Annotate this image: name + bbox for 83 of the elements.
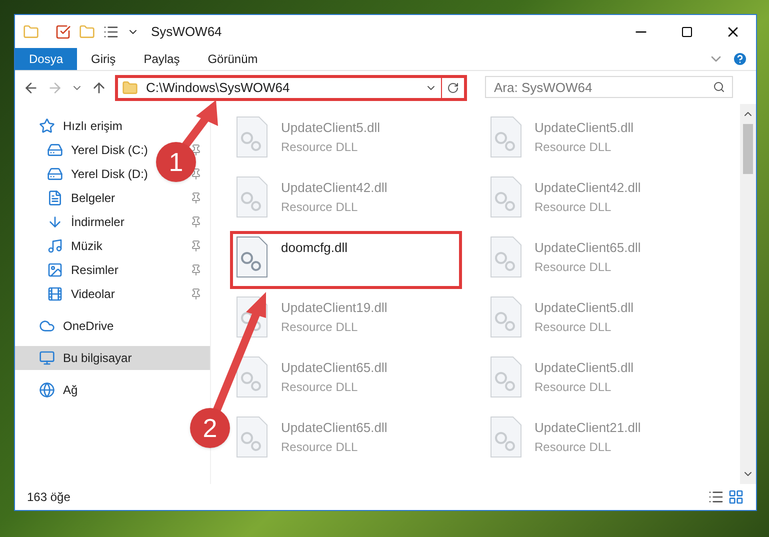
file-gears-icon (235, 416, 269, 458)
file-type: Resource DLL (534, 198, 612, 216)
file-gears-icon (235, 176, 269, 218)
ribbon-tab[interactable]: Giriş (77, 48, 130, 70)
file-type: Resource DLL (534, 378, 612, 396)
checkbox-icon[interactable] (55, 24, 71, 40)
file-name: UpdateClient5.dll (534, 299, 634, 317)
file-name: UpdateClient5.dll (534, 359, 634, 377)
search-icon (713, 80, 725, 92)
scroll-thumb[interactable] (743, 124, 753, 174)
file-name: UpdateClient5.dll (534, 119, 634, 137)
window-title: SysWOW64 (151, 22, 222, 41)
file-name: UpdateClient42.dll (534, 179, 641, 197)
file-name: UpdateClient65.dll (281, 419, 388, 437)
file-gears-icon (235, 356, 269, 398)
pin-icon[interactable] (190, 144, 202, 156)
file-type: Resource DLL (534, 258, 612, 276)
file-gears-icon (235, 236, 269, 278)
drive-icon (47, 166, 63, 182)
monitor-icon (39, 350, 55, 366)
file-name: doomcfg.dll (281, 239, 348, 257)
file-gears-icon (235, 116, 269, 158)
sidebar-item[interactable]: Bu bilgisayar (15, 346, 210, 370)
maximize-icon[interactable] (681, 26, 693, 38)
sidebar-item[interactable]: Ağ (15, 378, 210, 402)
sidebar-item[interactable]: Hızlı erişim (15, 114, 210, 138)
item-count: 163 öğe (27, 489, 72, 506)
file-gears-icon (488, 116, 522, 158)
pin-icon[interactable] (190, 216, 202, 228)
pin-icon[interactable] (190, 240, 202, 252)
sidebar-item[interactable]: İndirmeler (15, 210, 210, 234)
sidebar-item[interactable]: OneDrive (15, 314, 210, 338)
sidebar-item[interactable]: Belgeler (15, 186, 210, 210)
pin-icon[interactable] (190, 264, 202, 276)
back-icon[interactable] (23, 80, 39, 96)
file-type: Resource DLL (281, 138, 359, 156)
properties-icon[interactable] (103, 24, 119, 40)
file-tile[interactable]: doomcfg.dll (233, 234, 459, 286)
address-field[interactable]: C:\Windows\SysWOW64 (115, 74, 467, 100)
file-name: UpdateClient65.dll (281, 359, 388, 377)
pin-icon[interactable] (190, 288, 202, 300)
refresh-icon[interactable] (447, 82, 459, 94)
large-icons-view-icon[interactable] (728, 489, 744, 505)
cloud-icon (39, 318, 55, 334)
scrollbar[interactable] (740, 104, 756, 484)
file-type: Resource DLL (281, 378, 359, 396)
file-type: Resource DLL (281, 198, 359, 216)
up-icon[interactable] (91, 80, 107, 96)
file-name: UpdateClient5.dll (281, 119, 380, 137)
file-name: UpdateClient42.dll (281, 179, 388, 197)
file-type: Resource DLL (534, 318, 612, 336)
document-icon (47, 190, 63, 206)
details-view-icon[interactable] (708, 489, 724, 505)
search-field[interactable]: Ara: SysWOW64 (485, 76, 733, 98)
file-gears-icon (488, 416, 522, 458)
file-name: UpdateClient65.dll (534, 239, 641, 257)
file-type: Resource DLL (281, 438, 359, 456)
file-type: Resource DLL (534, 138, 612, 156)
file-gears-icon (488, 296, 522, 338)
file-name: UpdateClient19.dll (281, 299, 388, 317)
pin-icon[interactable] (190, 192, 202, 204)
sidebar-item[interactable]: Resimler (15, 258, 210, 282)
ribbon-tab[interactable]: Dosya (15, 48, 78, 70)
ribbon-tab[interactable]: Görünüm (194, 48, 272, 70)
star-icon (39, 118, 55, 134)
drive-icon (47, 142, 63, 158)
globe-icon (39, 382, 55, 398)
sidebar-item[interactable]: Videolar (15, 282, 210, 306)
file-type: Resource DLL (281, 318, 359, 336)
ribbon-tab[interactable]: Paylaş (130, 48, 194, 70)
file-gears-icon (488, 236, 522, 278)
film-icon (47, 286, 63, 302)
address-path: C:\Windows\SysWOW64 (146, 78, 291, 97)
sidebar-item[interactable]: Müzik (15, 234, 210, 258)
file-type: Resource DLL (534, 438, 612, 456)
help-icon[interactable] (732, 51, 748, 67)
picture-icon (47, 262, 63, 278)
music-note-icon (47, 238, 63, 254)
folder-icon (122, 80, 138, 96)
pin-icon[interactable] (190, 168, 202, 180)
file-gears-icon (488, 176, 522, 218)
file-gears-icon (488, 356, 522, 398)
file-name: UpdateClient21.dll (534, 419, 641, 437)
